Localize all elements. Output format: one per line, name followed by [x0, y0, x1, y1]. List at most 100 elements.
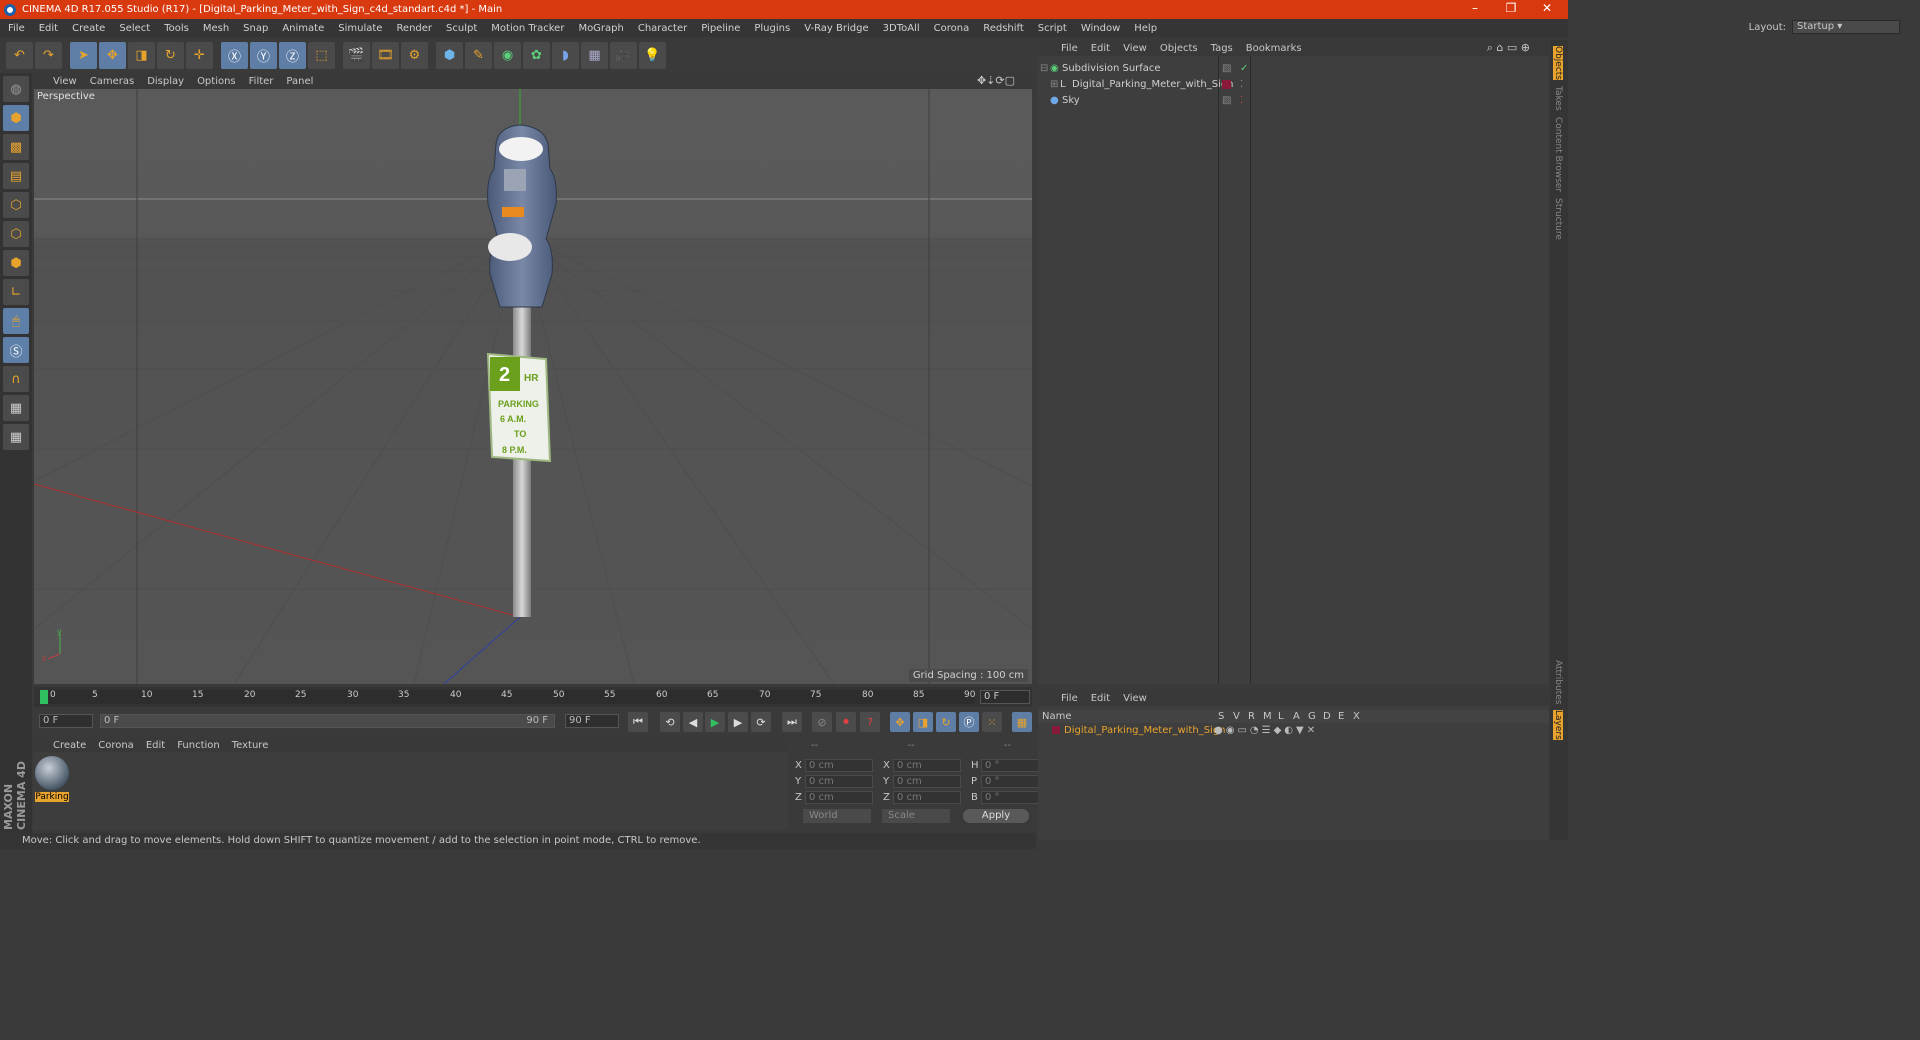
texture-mode-icon[interactable]: ▩ — [3, 134, 29, 160]
transform-tool-icon[interactable]: ✛ — [186, 41, 213, 69]
coordinate-space-dropdown[interactable]: World — [803, 809, 871, 823]
coordinate-system-icon[interactable]: ⬚ — [308, 41, 335, 69]
menu-character[interactable]: Character — [638, 23, 687, 34]
menu-script[interactable]: Script — [1038, 23, 1067, 34]
material-menu-create[interactable]: Create — [53, 740, 86, 751]
menu-snap[interactable]: Snap — [243, 23, 268, 34]
menu-mograph[interactable]: MoGraph — [578, 23, 623, 34]
menu-plugins[interactable]: Plugins — [754, 23, 790, 34]
menu-mesh[interactable]: Mesh — [203, 23, 229, 34]
tab-objects[interactable]: Objects — [1553, 46, 1563, 81]
material-swatch[interactable]: Parking — [35, 756, 69, 802]
material-menu-edit[interactable]: Edit — [146, 740, 165, 751]
viewport-menu-filter[interactable]: Filter — [249, 76, 274, 87]
material-menu-texture[interactable]: Texture — [232, 740, 269, 751]
enabled-check-icon[interactable]: ✓ — [1240, 63, 1248, 74]
select-cursor-icon[interactable]: ➤ — [70, 41, 97, 69]
render-settings-icon[interactable]: ⚙ — [401, 41, 428, 69]
objects-menu-view[interactable]: View — [1123, 43, 1147, 54]
autokey-icon[interactable]: ? — [860, 712, 880, 732]
frame-range-slider[interactable]: 0 F 90 F — [100, 714, 555, 728]
keyframe-selection-icon[interactable]: ⊘ — [812, 712, 832, 732]
workplane-lock-icon[interactable]: ▦ — [3, 395, 29, 421]
undo-icon[interactable]: ↶ — [6, 41, 33, 69]
timeline[interactable]: 0 5 10 15 20 25 30 35 40 45 50 55 60 65 … — [34, 687, 1032, 707]
cloner-icon[interactable]: ✿ — [523, 41, 550, 69]
deformer-icon[interactable]: ◗ — [552, 41, 579, 69]
object-manager-tools-icons[interactable]: ⌕ ⌂ ▭ ⊕ — [1487, 41, 1530, 55]
snap-icon[interactable]: ∩ — [3, 366, 29, 392]
tab-content-browser[interactable]: Content Browser — [1553, 117, 1563, 192]
end-frame-field[interactable]: 90 F — [565, 714, 619, 728]
menu-redshift[interactable]: Redshift — [983, 23, 1024, 34]
points-mode-icon[interactable]: ⬡ — [3, 192, 29, 218]
apply-button[interactable]: Apply — [963, 809, 1029, 823]
3d-viewport[interactable]: 2 HR PARKING 6 A.M. TO 8 P.M. y z Perspe… — [34, 89, 1032, 684]
edges-mode-icon[interactable]: ⬡ — [3, 221, 29, 247]
previous-key-icon[interactable]: ⟲ — [660, 712, 680, 732]
viewport-menu-cameras[interactable]: Cameras — [90, 76, 134, 87]
viewport-nav-icons[interactable]: ✥⇣⟳▢ — [977, 74, 1015, 87]
minimize-button[interactable]: – — [1460, 0, 1490, 19]
polygons-mode-icon[interactable]: ⬢ — [3, 250, 29, 276]
menu-simulate[interactable]: Simulate — [338, 23, 382, 34]
play-icon[interactable]: ▶ — [705, 712, 725, 732]
menu-render[interactable]: Render — [396, 23, 432, 34]
objects-menu-edit[interactable]: Edit — [1091, 43, 1110, 54]
timeline-window-icon[interactable]: ▦ — [1012, 712, 1032, 732]
menu-3dtoall[interactable]: 3DToAll — [883, 23, 920, 34]
menu-sculpt[interactable]: Sculpt — [446, 23, 477, 34]
objects-menu-objects[interactable]: Objects — [1160, 43, 1198, 54]
tab-structure[interactable]: Structure — [1553, 198, 1563, 240]
object-row[interactable]: ⊞ L Digital_Parking_Meter_with_Sign ⁚ — [1040, 76, 1545, 92]
cube-primitive-icon[interactable]: ⬢ — [436, 41, 463, 69]
position-z-field[interactable]: 0 cm — [805, 791, 873, 804]
viewport-menu-view[interactable]: View — [53, 76, 77, 87]
model-mode-icon[interactable]: ⬢ — [3, 105, 29, 131]
record-icon[interactable]: ⏺ — [836, 712, 856, 732]
menu-animate[interactable]: Animate — [282, 23, 324, 34]
x-axis-icon[interactable]: Ⓧ — [221, 41, 248, 69]
layout-dropdown[interactable]: Startup ▾ — [1792, 20, 1900, 34]
go-to-end-icon[interactable]: ⏭ — [782, 712, 802, 732]
key-parameter-icon[interactable]: Ⓟ — [959, 712, 979, 732]
rotate-tool-icon[interactable]: ↻ — [157, 41, 184, 69]
viewport-menu-display[interactable]: Display — [147, 76, 184, 87]
make-editable-icon[interactable]: ◍ — [3, 76, 29, 102]
expand-icon[interactable]: ⊞ — [1050, 79, 1060, 90]
viewport-menu-options[interactable]: Options — [197, 76, 236, 87]
layer-row[interactable]: Digital_Parking_Meter_with_Sign ●◉▭◔☰◆◐▼… — [1038, 723, 1549, 737]
viewport-menu-panel[interactable]: Panel — [286, 76, 313, 87]
next-frame-icon[interactable]: ▶ — [728, 712, 748, 732]
tab-takes[interactable]: Takes — [1553, 86, 1563, 111]
key-pla-icon[interactable]: ⁙ — [982, 712, 1002, 732]
menu-edit[interactable]: Edit — [39, 23, 58, 34]
tweak-mode-icon[interactable]: 🖱 — [3, 308, 29, 334]
menu-window[interactable]: Window — [1081, 23, 1120, 34]
menu-help[interactable]: Help — [1134, 23, 1157, 34]
key-rotation-icon[interactable]: ↻ — [936, 712, 956, 732]
menu-pipeline[interactable]: Pipeline — [701, 23, 740, 34]
timeline-ruler[interactable]: 0 5 10 15 20 25 30 35 40 45 50 55 60 65 … — [40, 690, 975, 704]
size-y-field[interactable]: 0 cm — [893, 775, 961, 788]
pen-spline-icon[interactable]: ✎ — [465, 41, 492, 69]
position-y-field[interactable]: 0 cm — [805, 775, 873, 788]
tab-attributes[interactable]: Attributes — [1553, 660, 1563, 704]
layers-menu-view[interactable]: View — [1123, 693, 1147, 704]
subdivision-icon[interactable]: ◉ — [494, 41, 521, 69]
camera-icon[interactable]: 🎥 — [610, 41, 637, 69]
axis-mode-icon[interactable]: ∟ — [3, 279, 29, 305]
go-to-start-icon[interactable]: ⏮ — [628, 712, 648, 732]
expand-icon[interactable]: ⊟ — [1040, 63, 1050, 74]
menu-file[interactable]: File — [8, 23, 25, 34]
z-axis-icon[interactable]: Ⓩ — [279, 41, 306, 69]
menu-create[interactable]: Create — [72, 23, 105, 34]
object-name[interactable]: Subdivision Surface — [1062, 63, 1161, 74]
solo-mode-icon[interactable]: Ⓢ — [3, 337, 29, 363]
grid-snap-icon[interactable]: ▦ — [3, 424, 29, 450]
object-name[interactable]: Sky — [1062, 95, 1080, 106]
size-x-field[interactable]: 0 cm — [893, 759, 961, 772]
material-menu-function[interactable]: Function — [177, 740, 220, 751]
object-row[interactable]: ● Sky ▨ ⁚ — [1040, 92, 1545, 108]
position-x-field[interactable]: 0 cm — [805, 759, 873, 772]
